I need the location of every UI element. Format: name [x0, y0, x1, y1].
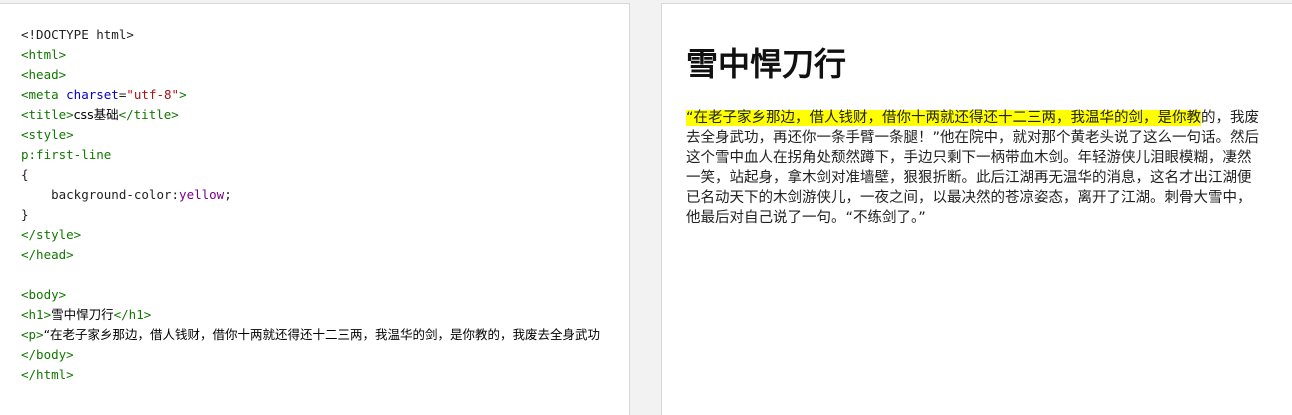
code-token: </h1>: [113, 307, 152, 322]
code-line[interactable]: <html>: [21, 45, 617, 65]
code-token: <html>: [21, 47, 67, 62]
code-line[interactable]: <p>“在老子家乡那边，借人钱财，借你十两就还得还十二三两，我温华的剑，是你教的…: [21, 325, 617, 345]
code-token: 雪中悍刀行: [51, 307, 114, 322]
code-token: }: [21, 207, 29, 222]
code-token: <!DOCTYPE html>: [21, 27, 134, 42]
code-token: yellow: [179, 187, 225, 202]
code-line[interactable]: <title>css基础</title>: [21, 105, 617, 125]
preview-paragraph-rest: 的，我废去全身武功，再还你一条手臂一条腿！”他在院中，就对那个黄老头说了这么一句…: [686, 110, 1260, 226]
code-line[interactable]: p:first-line: [21, 145, 617, 165]
code-token: </html>: [21, 367, 74, 382]
code-line[interactable]: background-color:yellow;: [21, 185, 617, 205]
code-line[interactable]: [21, 265, 617, 285]
code-token: </style>: [21, 227, 82, 242]
code-token: >: [179, 87, 187, 102]
code-editor-pane[interactable]: <!DOCTYPE html> <html> <head> <meta charset…: [0, 3, 630, 415]
code-token: "utf-8": [126, 87, 180, 102]
code-token: <meta: [21, 87, 67, 102]
code-token: <p>: [21, 327, 44, 342]
code-token: “在老子家乡那边，借人钱财，借你十两就还得还十二三两，我温华的剑，是你教的，我废…: [43, 327, 601, 342]
code-line[interactable]: }: [21, 205, 617, 225]
code-line[interactable]: <meta charset="utf-8">: [21, 85, 617, 105]
code-token: </head>: [21, 247, 74, 262]
code-line[interactable]: <head>: [21, 65, 617, 85]
code-token: p:first-line: [21, 147, 112, 162]
code-line[interactable]: <body>: [21, 285, 617, 305]
code-token: <title>: [21, 107, 74, 122]
code-token: {: [21, 167, 29, 182]
code-line[interactable]: </head>: [21, 245, 617, 265]
preview-pane: 雪中悍刀行 “在老子家乡那边，借人钱财，借你十两就还得还十二三两，我温华的剑，是…: [661, 3, 1292, 415]
code-token: <style>: [21, 127, 74, 142]
preview-first-line: “在老子家乡那边，借人钱财，借你十两就还得还十二三两，我温华的剑，是你教: [686, 110, 1202, 126]
code-token: <h1>: [21, 307, 52, 322]
code-token: <head>: [21, 67, 67, 82]
code-editor[interactable]: <!DOCTYPE html> <html> <head> <meta charset…: [21, 25, 617, 385]
code-token: background-color:: [21, 187, 180, 202]
code-token: </body>: [21, 347, 74, 362]
code-token: ;: [224, 187, 232, 202]
code-line[interactable]: </html>: [21, 365, 617, 385]
code-line[interactable]: {: [21, 165, 617, 185]
code-token: <body>: [21, 287, 67, 302]
code-line[interactable]: </style>: [21, 225, 617, 245]
preview-heading: 雪中悍刀行: [686, 45, 847, 83]
code-line[interactable]: </body>: [21, 345, 617, 365]
app-window: <!DOCTYPE html> <html> <head> <meta charset…: [0, 0, 1292, 415]
preview-document: 雪中悍刀行 “在老子家乡那边，借人钱财，借你十两就还得还十二三两，我温华的剑，是…: [686, 40, 1263, 228]
preview-paragraph: “在老子家乡那边，借人钱财，借你十两就还得还十二三两，我温华的剑，是你教的，我废…: [686, 108, 1263, 228]
code-token: </title>: [118, 107, 179, 122]
code-line[interactable]: <!DOCTYPE html>: [21, 25, 617, 45]
code-token: charset: [66, 87, 119, 102]
code-token: css基础: [73, 107, 119, 122]
code-line[interactable]: <h1>雪中悍刀行</h1>: [21, 305, 617, 325]
code-line[interactable]: <style>: [21, 125, 617, 145]
pane-divider[interactable]: [631, 3, 661, 415]
